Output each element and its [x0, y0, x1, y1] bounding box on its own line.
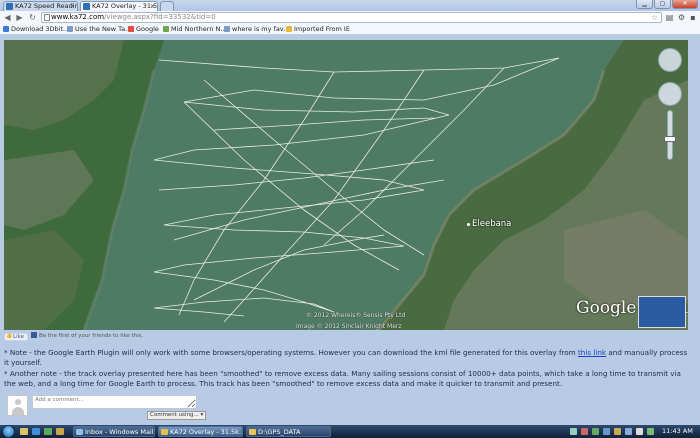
- zoom-slider-handle[interactable]: [664, 136, 676, 142]
- maximize-button[interactable]: ▢: [654, 0, 671, 9]
- folder-icon: [249, 429, 256, 435]
- task-label: Inbox - Windows Mail: [85, 428, 154, 436]
- start-button[interactable]: [2, 425, 15, 438]
- like-text: Be the first of your friends to like thi…: [30, 332, 144, 339]
- task-gps-data-folder[interactable]: D:\GPS_DATA: [246, 426, 331, 437]
- url-path: /viewge.aspx?fid=33532&tid=0: [104, 13, 216, 21]
- comment-using-label: Comment using...: [150, 412, 199, 418]
- google-icon: [128, 26, 134, 32]
- page-icon: [224, 26, 230, 32]
- bookmark-label: where is my fav...: [232, 25, 290, 33]
- tab-title: KA72 Overlay - 31.5k: [92, 2, 158, 10]
- forward-arrow-icon[interactable]: ▶: [14, 12, 25, 23]
- satellite-map: [4, 40, 688, 330]
- comment-input[interactable]: [32, 395, 197, 409]
- look-around-control-icon[interactable]: [658, 48, 682, 72]
- bookmark-where-is-my-fav[interactable]: where is my fav...: [224, 25, 289, 34]
- bookmark-google[interactable]: Google: [128, 25, 159, 34]
- task-ka72-overlay[interactable]: KA72 Overlay - 31.5k...: [158, 426, 243, 437]
- like-button[interactable]: Like: [4, 333, 28, 341]
- bookmark-star-icon[interactable]: ☆: [651, 13, 658, 22]
- folder-icon: [286, 26, 292, 32]
- like-text-label: Be the first of your friends to like thi…: [38, 333, 144, 339]
- wrench-icon[interactable]: ⚙: [676, 12, 687, 23]
- place-label: Eleebana: [472, 219, 512, 229]
- task-windows-mail[interactable]: Inbox - Windows Mail: [73, 426, 155, 437]
- minimize-button[interactable]: ▁: [636, 0, 653, 9]
- page-icon: [163, 26, 169, 32]
- extension-icon[interactable]: ▪: [688, 12, 698, 23]
- kml-download-link[interactable]: this link: [578, 348, 606, 357]
- tray-icon[interactable]: [614, 428, 621, 435]
- task-label: D:\GPS_DATA: [258, 428, 301, 436]
- show-desktop-icon[interactable]: [20, 428, 28, 435]
- tab-ka72-speed-reading[interactable]: KA72 Speed Readin ✕: [3, 1, 78, 11]
- tray-icon[interactable]: [581, 428, 588, 435]
- tray-icon[interactable]: [592, 428, 599, 435]
- tray-icon[interactable]: [647, 428, 654, 435]
- move-control-icon[interactable]: [658, 82, 682, 106]
- page-content: Eleebana © 2012 Whereis® Sensis Pty Ltd …: [0, 35, 700, 425]
- browser-toolbar: ◀ ▶ ↻ www.ka72.com/viewge.aspx?fid=33532…: [0, 11, 700, 24]
- comment-box: Comment using... ▾: [7, 395, 207, 421]
- back-arrow-icon[interactable]: ◀: [2, 12, 13, 23]
- bookmark-imported-from-ie[interactable]: Imported From IE: [286, 25, 350, 34]
- windows-taskbar: Inbox - Windows Mail KA72 Overlay - 31.5…: [0, 425, 700, 438]
- bookmark-download-3dbit[interactable]: Download 3Dbit...: [3, 25, 69, 34]
- download-icon: [3, 26, 9, 32]
- ie-icon[interactable]: [32, 428, 40, 435]
- facebook-icon: [30, 332, 37, 338]
- bookmark-label: Mid Northern N...: [171, 25, 227, 33]
- media-icon[interactable]: [44, 428, 52, 435]
- avatar: [7, 395, 28, 416]
- close-window-button[interactable]: ✕: [672, 0, 698, 9]
- address-bar[interactable]: www.ka72.com/viewge.aspx?fid=33532&tid=0…: [41, 12, 662, 23]
- ka72-favicon-icon: [83, 3, 90, 10]
- close-icon[interactable]: ✕: [150, 2, 155, 11]
- tab-title: KA72 Speed Readin: [15, 2, 78, 10]
- note1-text: * Note - the Google Earth Plugin will on…: [4, 348, 578, 357]
- map-credit-top: © 2012 Whereis® Sensis Pty Ltd: [306, 312, 406, 319]
- tray-icon[interactable]: [603, 428, 610, 435]
- new-tab-button[interactable]: [160, 1, 174, 11]
- overview-minimap[interactable]: [638, 296, 686, 328]
- close-icon[interactable]: ✕: [70, 2, 75, 11]
- map-credit-bottom: Image © 2012 Sinclair Knight Merz: [296, 323, 402, 330]
- clock[interactable]: 11:43 AM: [662, 426, 693, 437]
- kml-note: * Note - the Google Earth Plugin will on…: [4, 348, 692, 367]
- smoothing-note: * Another note - the track overlay prese…: [4, 369, 681, 388]
- network-icon[interactable]: [625, 428, 632, 435]
- bookmark-use-new-tab[interactable]: Use the New Ta...: [67, 25, 131, 34]
- zoom-slider[interactable]: [667, 110, 673, 160]
- chrome-icon: [161, 429, 168, 435]
- volume-icon[interactable]: [636, 428, 643, 435]
- mail-icon: [76, 429, 83, 435]
- page-icon: [67, 26, 73, 32]
- bookmark-label: Google: [136, 25, 159, 33]
- bookmark-label: Use the New Ta...: [75, 25, 132, 33]
- google-earth-view[interactable]: Eleebana © 2012 Whereis® Sensis Pty Ltd …: [4, 40, 688, 330]
- bookmark-label: Download 3Dbit...: [11, 25, 70, 33]
- task-label: KA72 Overlay - 31.5k...: [170, 428, 243, 436]
- page-menu-icon[interactable]: ▤: [664, 12, 675, 23]
- url-host: www.ka72.com: [51, 13, 105, 21]
- ka72-favicon-icon: [6, 3, 13, 10]
- folder-icon[interactable]: [56, 428, 64, 435]
- chevron-down-icon: ▾: [200, 412, 204, 418]
- place-marker-icon: [467, 223, 470, 226]
- bookmark-mid-northern[interactable]: Mid Northern N...: [163, 25, 227, 34]
- facebook-like-row: Like Be the first of your friends to like…: [4, 332, 143, 341]
- tray-icon[interactable]: [570, 428, 577, 435]
- bookmarks-bar: Download 3Dbit... Use the New Ta... Goog…: [0, 24, 700, 35]
- reload-icon[interactable]: ↻: [27, 12, 38, 23]
- bookmark-label: Imported From IE: [294, 25, 350, 33]
- tab-ka72-overlay[interactable]: KA72 Overlay - 31.5k ✕: [80, 1, 158, 11]
- tab-strip: KA72 Speed Readin ✕ KA72 Overlay - 31.5k…: [0, 0, 700, 11]
- page-icon: [44, 14, 50, 21]
- comment-using-button[interactable]: Comment using... ▾: [147, 411, 207, 420]
